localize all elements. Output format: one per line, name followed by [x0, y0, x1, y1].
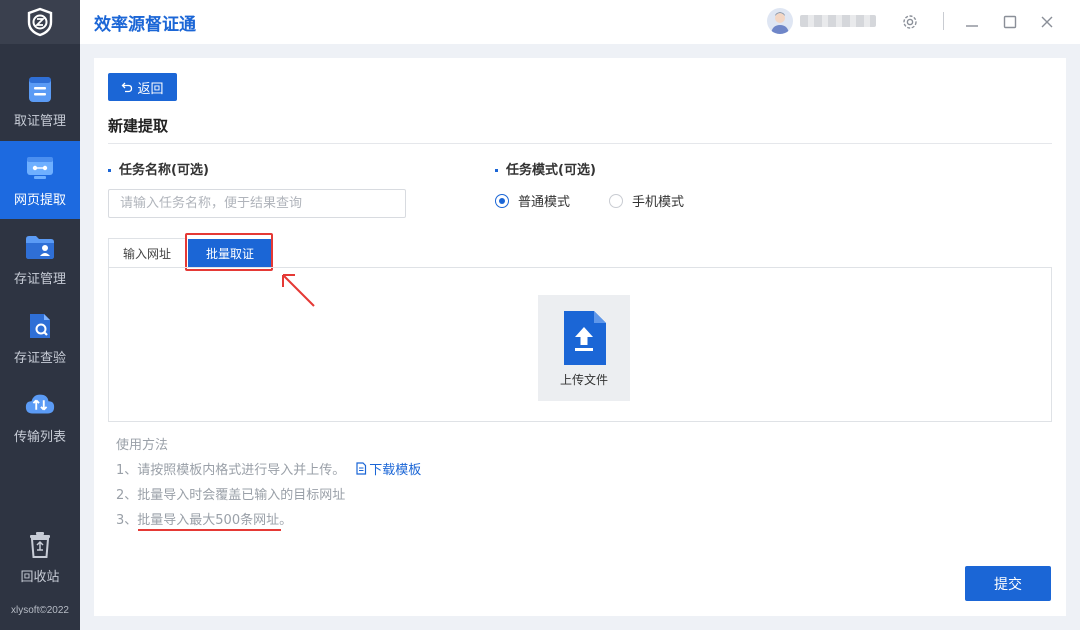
- mode-mobile-radio[interactable]: 手机模式: [609, 191, 684, 210]
- settings-gear-icon[interactable]: [899, 11, 921, 33]
- mode-normal-radio[interactable]: 普通模式: [495, 191, 570, 210]
- download-template-label: 下载模板: [369, 463, 422, 478]
- annotation-underline: [138, 529, 281, 531]
- task-mode-label: 任务模式(可选): [495, 159, 596, 178]
- usage-line-1: 1、请按照模板内格式进行导入并上传。 下载模板: [116, 459, 421, 478]
- sidebar-item-recycle-bin[interactable]: 回收站: [0, 518, 80, 596]
- storage-folder-icon: [24, 232, 56, 262]
- minimize-icon[interactable]: [961, 11, 983, 33]
- upload-area: 上传文件: [108, 267, 1052, 422]
- header-separator: [943, 12, 944, 30]
- back-button-label: 返回: [137, 80, 164, 96]
- sidebar-item-evidence-management[interactable]: 取证管理: [0, 62, 80, 140]
- verify-document-icon: [24, 311, 56, 341]
- task-name-input[interactable]: [108, 189, 406, 218]
- usage-title: 使用方法: [116, 438, 169, 453]
- upload-file-icon: [564, 310, 606, 365]
- copyright-text: xlysoft©2022: [11, 605, 69, 616]
- tab-input-url[interactable]: 输入网址: [108, 238, 186, 268]
- template-doc-icon: [356, 462, 367, 475]
- sidebar-item-label: 传输列表: [13, 429, 66, 445]
- username-blurred: [800, 15, 876, 27]
- cloud-transfer-icon: [24, 390, 56, 420]
- sidebar-item-storage-management[interactable]: 存证管理: [0, 220, 80, 298]
- app-title: 效率源督证通: [94, 15, 196, 35]
- task-name-label-text: 任务名称(可选): [119, 163, 209, 178]
- back-button[interactable]: 返回: [108, 73, 177, 101]
- maximize-icon[interactable]: [999, 11, 1021, 33]
- radio-circle: [609, 193, 623, 208]
- usage-line-3: 3、批量导入最大500条网址。: [116, 513, 293, 528]
- sidebar-item-label: 存证查验: [13, 350, 66, 366]
- upload-file-button[interactable]: 上传文件: [538, 295, 630, 401]
- web-extract-icon: [24, 153, 56, 183]
- bullet-dot: [495, 169, 498, 172]
- task-mode-label-text: 任务模式(可选): [506, 163, 596, 178]
- usage-line-2: 2、批量导入时会覆盖已输入的目标网址: [116, 488, 346, 503]
- sidebar-item-label: 存证管理: [13, 271, 66, 287]
- sidebar-item-verify[interactable]: 存证查验: [0, 299, 80, 377]
- upload-file-label: 上传文件: [559, 372, 608, 387]
- page-title: 新建提取: [108, 117, 169, 135]
- sidebar-item-label: 网页提取: [13, 192, 66, 208]
- download-template-link[interactable]: 下载模板: [355, 459, 421, 478]
- title-bar: 效率源督证通: [80, 0, 1080, 44]
- sidebar-item-web-extract[interactable]: 网页提取: [0, 141, 80, 219]
- bullet-dot: [108, 169, 111, 172]
- avatar[interactable]: [767, 8, 793, 34]
- mode-mobile-label: 手机模式: [632, 195, 685, 210]
- sidebar: 取证管理 网页提取 存证管理 存证查验 传输列表 回收站 xlysoft©202…: [0, 0, 80, 630]
- undo-arrow-icon: [122, 82, 133, 93]
- new-extraction-panel: 返回 新建提取 任务名称(可选) 任务模式(可选) 普通模式 手机模式 输入网址…: [94, 58, 1066, 616]
- usage-line-1-text: 1、请按照模板内格式进行导入并上传。: [116, 463, 346, 478]
- submit-button[interactable]: 提交: [965, 566, 1051, 601]
- sidebar-item-transfer-list[interactable]: 传输列表: [0, 378, 80, 456]
- sidebar-item-label: 回收站: [20, 569, 60, 585]
- mode-normal-label: 普通模式: [518, 195, 571, 210]
- highlight-box: [185, 233, 273, 271]
- task-name-label: 任务名称(可选): [108, 159, 209, 178]
- close-icon[interactable]: [1036, 11, 1058, 33]
- sidebar-item-label: 取证管理: [13, 113, 66, 129]
- radio-circle-checked: [495, 193, 509, 208]
- divider: [108, 143, 1052, 144]
- app-logo: [0, 0, 80, 44]
- recycle-bin-icon: [24, 530, 56, 560]
- evidence-management-icon: [24, 74, 56, 104]
- shield-logo-icon: [27, 7, 53, 37]
- annotation-arrow-icon: [282, 274, 315, 307]
